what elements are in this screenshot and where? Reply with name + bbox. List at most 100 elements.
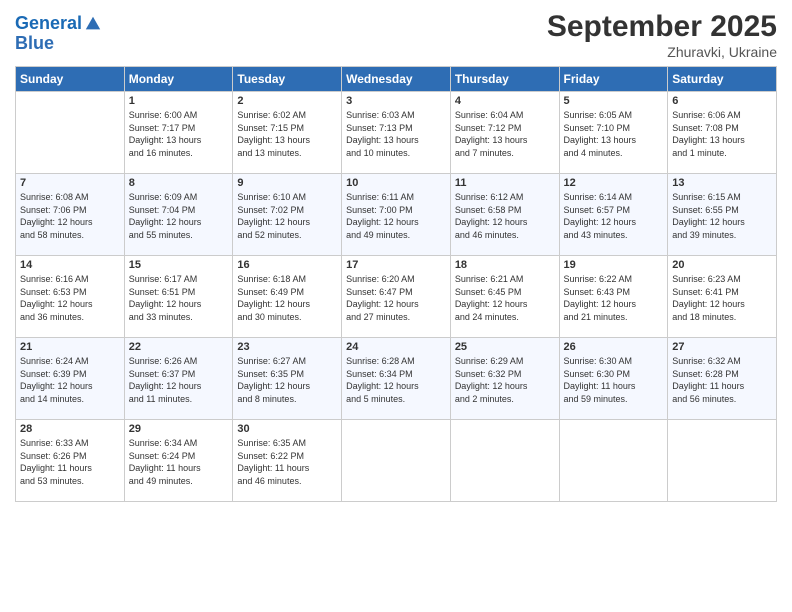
weekday-header-tuesday: Tuesday bbox=[233, 67, 342, 92]
day-cell: 2Sunrise: 6:02 AMSunset: 7:15 PMDaylight… bbox=[233, 92, 342, 174]
day-number: 27 bbox=[672, 341, 772, 353]
day-number: 4 bbox=[455, 95, 555, 107]
day-cell bbox=[668, 420, 777, 502]
calendar-table: SundayMondayTuesdayWednesdayThursdayFrid… bbox=[15, 66, 777, 502]
day-cell: 26 Sunrise: 6:30 AMSunset: 6:30 PMDayligh… bbox=[559, 338, 668, 420]
day-number: 20 bbox=[672, 259, 772, 271]
day-number: 5 bbox=[564, 95, 664, 107]
day-info: Sunrise: 6:15 AMSunset: 6:55 PMDaylight:… bbox=[672, 191, 772, 241]
day-cell: 22 Sunrise: 6:26 AMSunset: 6:37 PMDayligh… bbox=[124, 338, 233, 420]
day-cell: 21 Sunrise: 6:24 AMSunset: 6:39 PMDayligh… bbox=[16, 338, 125, 420]
day-info: Sunrise: 6:14 AMSunset: 6:57 PMDaylight:… bbox=[564, 191, 664, 241]
title-block: September 2025 Zhuravki, Ukraine bbox=[547, 10, 777, 60]
day-cell bbox=[559, 420, 668, 502]
day-info: Sunrise: 6:24 AMSunset: 6:39 PMDaylight:… bbox=[20, 355, 120, 405]
day-cell: 11Sunrise: 6:12 AMSunset: 6:58 PMDayligh… bbox=[450, 174, 559, 256]
day-cell: 27 Sunrise: 6:32 AMSunset: 6:28 PMDayligh… bbox=[668, 338, 777, 420]
day-number: 6 bbox=[672, 95, 772, 107]
day-cell: 10 Sunrise: 6:11 AMSunset: 7:00 PMDayligh… bbox=[342, 174, 451, 256]
day-cell: 4 Sunrise: 6:04 AMSunset: 7:12 PMDaylight… bbox=[450, 92, 559, 174]
day-info: Sunrise: 6:32 AMSunset: 6:28 PMDaylight:… bbox=[672, 355, 772, 405]
day-cell: 17 Sunrise: 6:20 AMSunset: 6:47 PMDayligh… bbox=[342, 256, 451, 338]
day-cell: 9 Sunrise: 6:10 AMSunset: 7:02 PMDaylight… bbox=[233, 174, 342, 256]
day-cell: 20 Sunrise: 6:23 AMSunset: 6:41 PMDayligh… bbox=[668, 256, 777, 338]
day-info: Sunrise: 6:17 AMSunset: 6:51 PMDaylight:… bbox=[129, 273, 229, 323]
day-cell: 15 Sunrise: 6:17 AMSunset: 6:51 PMDayligh… bbox=[124, 256, 233, 338]
weekday-header-thursday: Thursday bbox=[450, 67, 559, 92]
logo-icon bbox=[84, 15, 102, 33]
day-cell: 7 Sunrise: 6:08 AMSunset: 7:06 PMDaylight… bbox=[16, 174, 125, 256]
day-number: 25 bbox=[455, 341, 555, 353]
day-number: 9 bbox=[237, 177, 337, 189]
day-cell: 24 Sunrise: 6:28 AMSunset: 6:34 PMDayligh… bbox=[342, 338, 451, 420]
day-number: 19 bbox=[564, 259, 664, 271]
day-info: Sunrise: 6:05 AMSunset: 7:10 PMDaylight:… bbox=[564, 109, 664, 159]
day-number: 30 bbox=[237, 423, 337, 435]
day-cell: 12 Sunrise: 6:14 AMSunset: 6:57 PMDayligh… bbox=[559, 174, 668, 256]
logo: General Blue bbox=[15, 14, 102, 54]
day-cell: 1 Sunrise: 6:00 AMSunset: 7:17 PMDaylight… bbox=[124, 92, 233, 174]
day-cell: 8Sunrise: 6:09 AMSunset: 7:04 PMDaylight… bbox=[124, 174, 233, 256]
day-info: Sunrise: 6:00 AMSunset: 7:17 PMDaylight:… bbox=[129, 109, 229, 159]
day-number: 10 bbox=[346, 177, 446, 189]
week-row-3: 14 Sunrise: 6:16 AMSunset: 6:53 PMDayligh… bbox=[16, 256, 777, 338]
day-info: Sunrise: 6:16 AMSunset: 6:53 PMDaylight:… bbox=[20, 273, 120, 323]
day-number: 29 bbox=[129, 423, 229, 435]
week-row-4: 21 Sunrise: 6:24 AMSunset: 6:39 PMDayligh… bbox=[16, 338, 777, 420]
day-number: 13 bbox=[672, 177, 772, 189]
day-cell: 18 Sunrise: 6:21 AMSunset: 6:45 PMDayligh… bbox=[450, 256, 559, 338]
logo-blue: Blue bbox=[15, 34, 102, 54]
day-number: 28 bbox=[20, 423, 120, 435]
day-cell: 3 Sunrise: 6:03 AMSunset: 7:13 PMDaylight… bbox=[342, 92, 451, 174]
day-number: 15 bbox=[129, 259, 229, 271]
day-info: Sunrise: 6:34 AMSunset: 6:24 PMDaylight:… bbox=[129, 437, 229, 487]
header: General Blue September 2025 Zhuravki, Uk… bbox=[15, 10, 777, 60]
day-cell bbox=[342, 420, 451, 502]
day-cell: 6 Sunrise: 6:06 AMSunset: 7:08 PMDaylight… bbox=[668, 92, 777, 174]
day-number: 18 bbox=[455, 259, 555, 271]
day-info: Sunrise: 6:09 AMSunset: 7:04 PMDaylight:… bbox=[129, 191, 229, 241]
day-info: Sunrise: 6:28 AMSunset: 6:34 PMDaylight:… bbox=[346, 355, 446, 405]
day-number: 17 bbox=[346, 259, 446, 271]
day-info: Sunrise: 6:03 AMSunset: 7:13 PMDaylight:… bbox=[346, 109, 446, 159]
day-info: Sunrise: 6:18 AMSunset: 6:49 PMDaylight:… bbox=[237, 273, 337, 323]
day-info: Sunrise: 6:22 AMSunset: 6:43 PMDaylight:… bbox=[564, 273, 664, 323]
day-info: Sunrise: 6:21 AMSunset: 6:45 PMDaylight:… bbox=[455, 273, 555, 323]
day-info: Sunrise: 6:33 AMSunset: 6:26 PMDaylight:… bbox=[20, 437, 120, 487]
day-number: 1 bbox=[129, 95, 229, 107]
day-info: Sunrise: 6:10 AMSunset: 7:02 PMDaylight:… bbox=[237, 191, 337, 241]
day-info: Sunrise: 6:20 AMSunset: 6:47 PMDaylight:… bbox=[346, 273, 446, 323]
day-info: Sunrise: 6:12 AMSunset: 6:58 PMDaylight:… bbox=[455, 191, 555, 241]
day-number: 7 bbox=[20, 177, 120, 189]
day-cell bbox=[450, 420, 559, 502]
day-cell: 16Sunrise: 6:18 AMSunset: 6:49 PMDayligh… bbox=[233, 256, 342, 338]
day-number: 26 bbox=[564, 341, 664, 353]
day-cell: 14 Sunrise: 6:16 AMSunset: 6:53 PMDayligh… bbox=[16, 256, 125, 338]
day-info: Sunrise: 6:26 AMSunset: 6:37 PMDaylight:… bbox=[129, 355, 229, 405]
day-number: 2 bbox=[237, 95, 337, 107]
day-cell bbox=[16, 92, 125, 174]
weekday-header-friday: Friday bbox=[559, 67, 668, 92]
day-info: Sunrise: 6:04 AMSunset: 7:12 PMDaylight:… bbox=[455, 109, 555, 159]
day-number: 14 bbox=[20, 259, 120, 271]
location-subtitle: Zhuravki, Ukraine bbox=[547, 44, 777, 60]
day-info: Sunrise: 6:27 AMSunset: 6:35 PMDaylight:… bbox=[237, 355, 337, 405]
day-cell: 29 Sunrise: 6:34 AMSunset: 6:24 PMDayligh… bbox=[124, 420, 233, 502]
day-info: Sunrise: 6:23 AMSunset: 6:41 PMDaylight:… bbox=[672, 273, 772, 323]
day-cell: 23 Sunrise: 6:27 AMSunset: 6:35 PMDayligh… bbox=[233, 338, 342, 420]
week-row-5: 28 Sunrise: 6:33 AMSunset: 6:26 PMDayligh… bbox=[16, 420, 777, 502]
day-number: 3 bbox=[346, 95, 446, 107]
day-number: 23 bbox=[237, 341, 337, 353]
weekday-header-monday: Monday bbox=[124, 67, 233, 92]
day-number: 12 bbox=[564, 177, 664, 189]
day-number: 24 bbox=[346, 341, 446, 353]
day-info: Sunrise: 6:11 AMSunset: 7:00 PMDaylight:… bbox=[346, 191, 446, 241]
day-cell: 28 Sunrise: 6:33 AMSunset: 6:26 PMDayligh… bbox=[16, 420, 125, 502]
day-info: Sunrise: 6:06 AMSunset: 7:08 PMDaylight:… bbox=[672, 109, 772, 159]
day-cell: 19 Sunrise: 6:22 AMSunset: 6:43 PMDayligh… bbox=[559, 256, 668, 338]
day-info: Sunrise: 6:30 AMSunset: 6:30 PMDaylight:… bbox=[564, 355, 664, 405]
day-number: 21 bbox=[20, 341, 120, 353]
day-cell: 5 Sunrise: 6:05 AMSunset: 7:10 PMDaylight… bbox=[559, 92, 668, 174]
day-info: Sunrise: 6:08 AMSunset: 7:06 PMDaylight:… bbox=[20, 191, 120, 241]
day-number: 22 bbox=[129, 341, 229, 353]
